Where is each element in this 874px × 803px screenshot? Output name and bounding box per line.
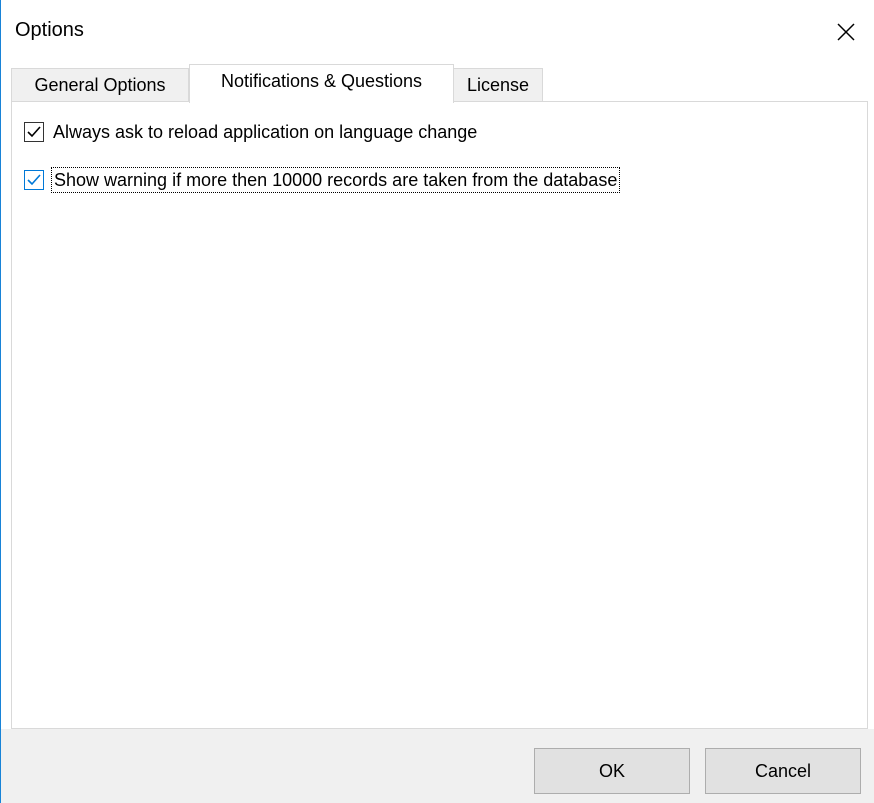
option-reload-on-language-change[interactable]: Always ask to reload application on lang… [24,120,479,144]
tab-label: General Options [34,75,166,95]
tab-strip: General Options Notifications & Question… [1,64,874,103]
close-icon [837,23,855,41]
checkmark-icon [27,126,41,138]
tab-label: License [466,75,530,95]
option-warn-large-record-count[interactable]: Show warning if more then 10000 records … [24,167,621,193]
reload-on-language-change-checkbox[interactable] [24,122,44,142]
ok-button[interactable]: OK [534,748,690,794]
options-dialog: Options General Options Notifications & … [0,0,874,803]
option-label: Always ask to reload application on lang… [53,122,478,142]
window-title: Options [15,19,84,41]
option-label: Show warning if more then 10000 records … [51,167,621,193]
tab-label: Notifications & Questions [220,70,423,91]
tab-license[interactable]: License [453,68,543,102]
warn-large-record-count-checkbox[interactable] [24,170,44,190]
dialog-footer: OK Cancel [1,729,874,803]
close-button[interactable] [818,0,874,64]
checkmark-icon [27,174,41,186]
cancel-button[interactable]: Cancel [705,748,861,794]
title-bar: Options [1,0,874,64]
tab-notifications-questions[interactable]: Notifications & Questions [189,64,454,103]
tab-general-options[interactable]: General Options [11,68,189,102]
tab-content-panel [11,101,868,729]
